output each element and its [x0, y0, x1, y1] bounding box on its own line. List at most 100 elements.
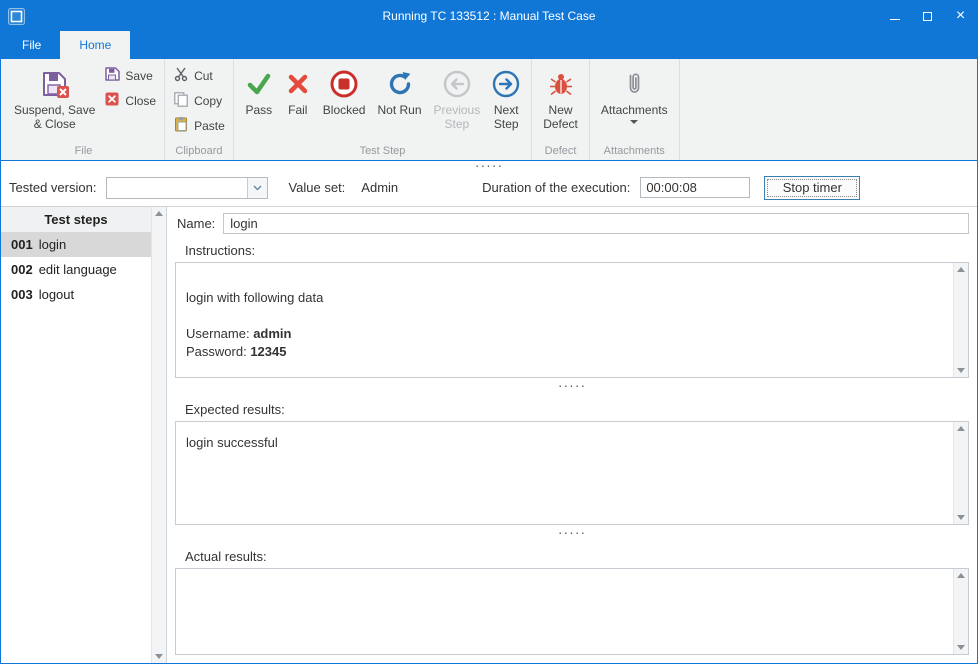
previous-step-label-line1: Previous [434, 103, 481, 117]
scroll-down-icon[interactable] [957, 515, 965, 520]
actual-results-textarea[interactable] [176, 569, 953, 654]
scroll-track[interactable] [152, 216, 166, 654]
blocked-button[interactable]: Blocked [317, 62, 372, 120]
save-icon [104, 66, 120, 85]
ribbon-group-defect: New Defect Defect [532, 59, 590, 160]
app-icon[interactable] [8, 8, 25, 25]
scroll-down-icon[interactable] [957, 368, 965, 373]
expected-results-pane: login successful [175, 421, 969, 525]
name-label: Name: [177, 216, 215, 231]
parameters-toolbar: ····· Tested version: Value set: Admin D… [1, 161, 977, 207]
blocked-label: Blocked [323, 103, 366, 117]
previous-step-label-line2: Step [445, 117, 470, 131]
cut-button[interactable]: Cut [170, 65, 228, 86]
new-defect-label-line1: New [549, 103, 573, 117]
expected-scrollbar[interactable] [953, 422, 968, 524]
fail-button[interactable]: Fail [279, 62, 317, 120]
paste-icon [173, 116, 189, 135]
value-set-label: Value set: [288, 180, 345, 195]
actual-results-label: Actual results: [185, 549, 969, 564]
pass-check-icon [245, 65, 273, 103]
step-item-002[interactable]: 002 edit language [1, 257, 151, 282]
tested-version-label: Tested version: [9, 180, 96, 195]
maximize-button[interactable] [911, 1, 944, 31]
step-number: 002 [11, 262, 33, 277]
suspend-label-line2: & Close [34, 117, 76, 131]
scroll-track[interactable] [954, 272, 968, 368]
scroll-down-icon[interactable] [957, 645, 965, 650]
window-controls: × [878, 1, 977, 31]
ribbon: Suspend, Save & Close Save [1, 59, 977, 161]
tab-home[interactable]: Home [60, 31, 130, 59]
app-window: Running TC 133512 : Manual Test Case × F… [0, 0, 978, 664]
pass-button[interactable]: Pass [239, 62, 279, 120]
splitter-grip[interactable]: ····· [175, 379, 969, 392]
step-number: 001 [11, 237, 33, 252]
close-icon: × [956, 8, 965, 24]
minimize-icon [890, 19, 900, 20]
instructions-label: Instructions: [185, 243, 969, 258]
attachments-dropdown-icon [630, 120, 638, 124]
save-button[interactable]: Save [101, 65, 159, 86]
ribbon-splitter-grip[interactable]: ····· [1, 159, 977, 171]
copy-button[interactable]: Copy [170, 90, 228, 111]
steps-scrollbar[interactable] [151, 207, 166, 663]
suspend-save-close-button[interactable]: Suspend, Save & Close [8, 62, 101, 134]
blocked-stop-icon [330, 65, 358, 103]
cut-label: Cut [194, 69, 213, 83]
next-step-button[interactable]: Next Step [486, 62, 526, 134]
next-step-label-line2: Step [494, 117, 519, 131]
group-caption-clipboard: Clipboard [170, 143, 228, 160]
chevron-down-icon [253, 185, 262, 191]
tested-version-value [107, 178, 247, 198]
expected-results-label: Expected results: [185, 402, 969, 417]
new-defect-label-line2: Defect [543, 117, 578, 131]
test-steps-header: Test steps [1, 207, 151, 232]
tab-file[interactable]: File [3, 31, 60, 59]
step-number: 003 [11, 287, 33, 302]
instructions-password-line: Password: 12345 [186, 343, 943, 361]
value-set-value: Admin [361, 180, 398, 195]
scroll-down-icon[interactable] [155, 654, 163, 659]
paste-button[interactable]: Paste [170, 115, 228, 136]
maximize-icon [923, 12, 932, 21]
window-title: Running TC 133512 : Manual Test Case [1, 9, 977, 23]
paste-label: Paste [194, 119, 225, 133]
step-item-001[interactable]: 001 login [1, 232, 151, 257]
expected-results-text: login successful [186, 434, 943, 452]
ribbon-group-file: Suspend, Save & Close Save [3, 59, 165, 160]
step-item-003[interactable]: 003 logout [1, 282, 151, 307]
splitter-grip[interactable]: ····· [175, 526, 969, 539]
close-button[interactable]: × [944, 1, 977, 31]
name-input[interactable] [223, 213, 969, 234]
minimize-button[interactable] [878, 1, 911, 31]
ribbon-group-clipboard: Cut Copy [165, 59, 234, 160]
previous-step-button[interactable]: Previous Step [428, 62, 487, 134]
step-label: edit language [39, 262, 117, 277]
instructions-textarea[interactable]: login with following data Username: admi… [176, 263, 953, 377]
save-label: Save [125, 69, 152, 83]
close-ribbon-button[interactable]: Close [101, 90, 159, 111]
step-label: login [39, 237, 66, 252]
stop-timer-button[interactable]: Stop timer [764, 176, 860, 200]
scroll-track[interactable] [954, 578, 968, 645]
copy-label: Copy [194, 94, 222, 108]
actual-scrollbar[interactable] [953, 569, 968, 654]
new-defect-button[interactable]: New Defect [537, 62, 584, 134]
expected-results-textarea[interactable]: login successful [176, 422, 953, 524]
attachments-label: Attachments [601, 103, 668, 117]
actual-results-pane [175, 568, 969, 655]
combo-dropdown-button[interactable] [247, 178, 267, 198]
attachments-button[interactable]: Attachments [595, 62, 674, 127]
tested-version-combobox[interactable] [106, 177, 268, 199]
scroll-track[interactable] [954, 431, 968, 515]
instructions-scrollbar[interactable] [953, 263, 968, 377]
group-caption-defect: Defect [537, 143, 584, 160]
copy-icon [173, 91, 189, 110]
next-step-icon [492, 65, 520, 103]
not-run-button[interactable]: Not Run [371, 62, 427, 120]
duration-input[interactable] [640, 177, 750, 198]
previous-step-icon [443, 65, 471, 103]
not-run-refresh-icon [386, 65, 414, 103]
instructions-line1: login with following data [186, 289, 943, 307]
